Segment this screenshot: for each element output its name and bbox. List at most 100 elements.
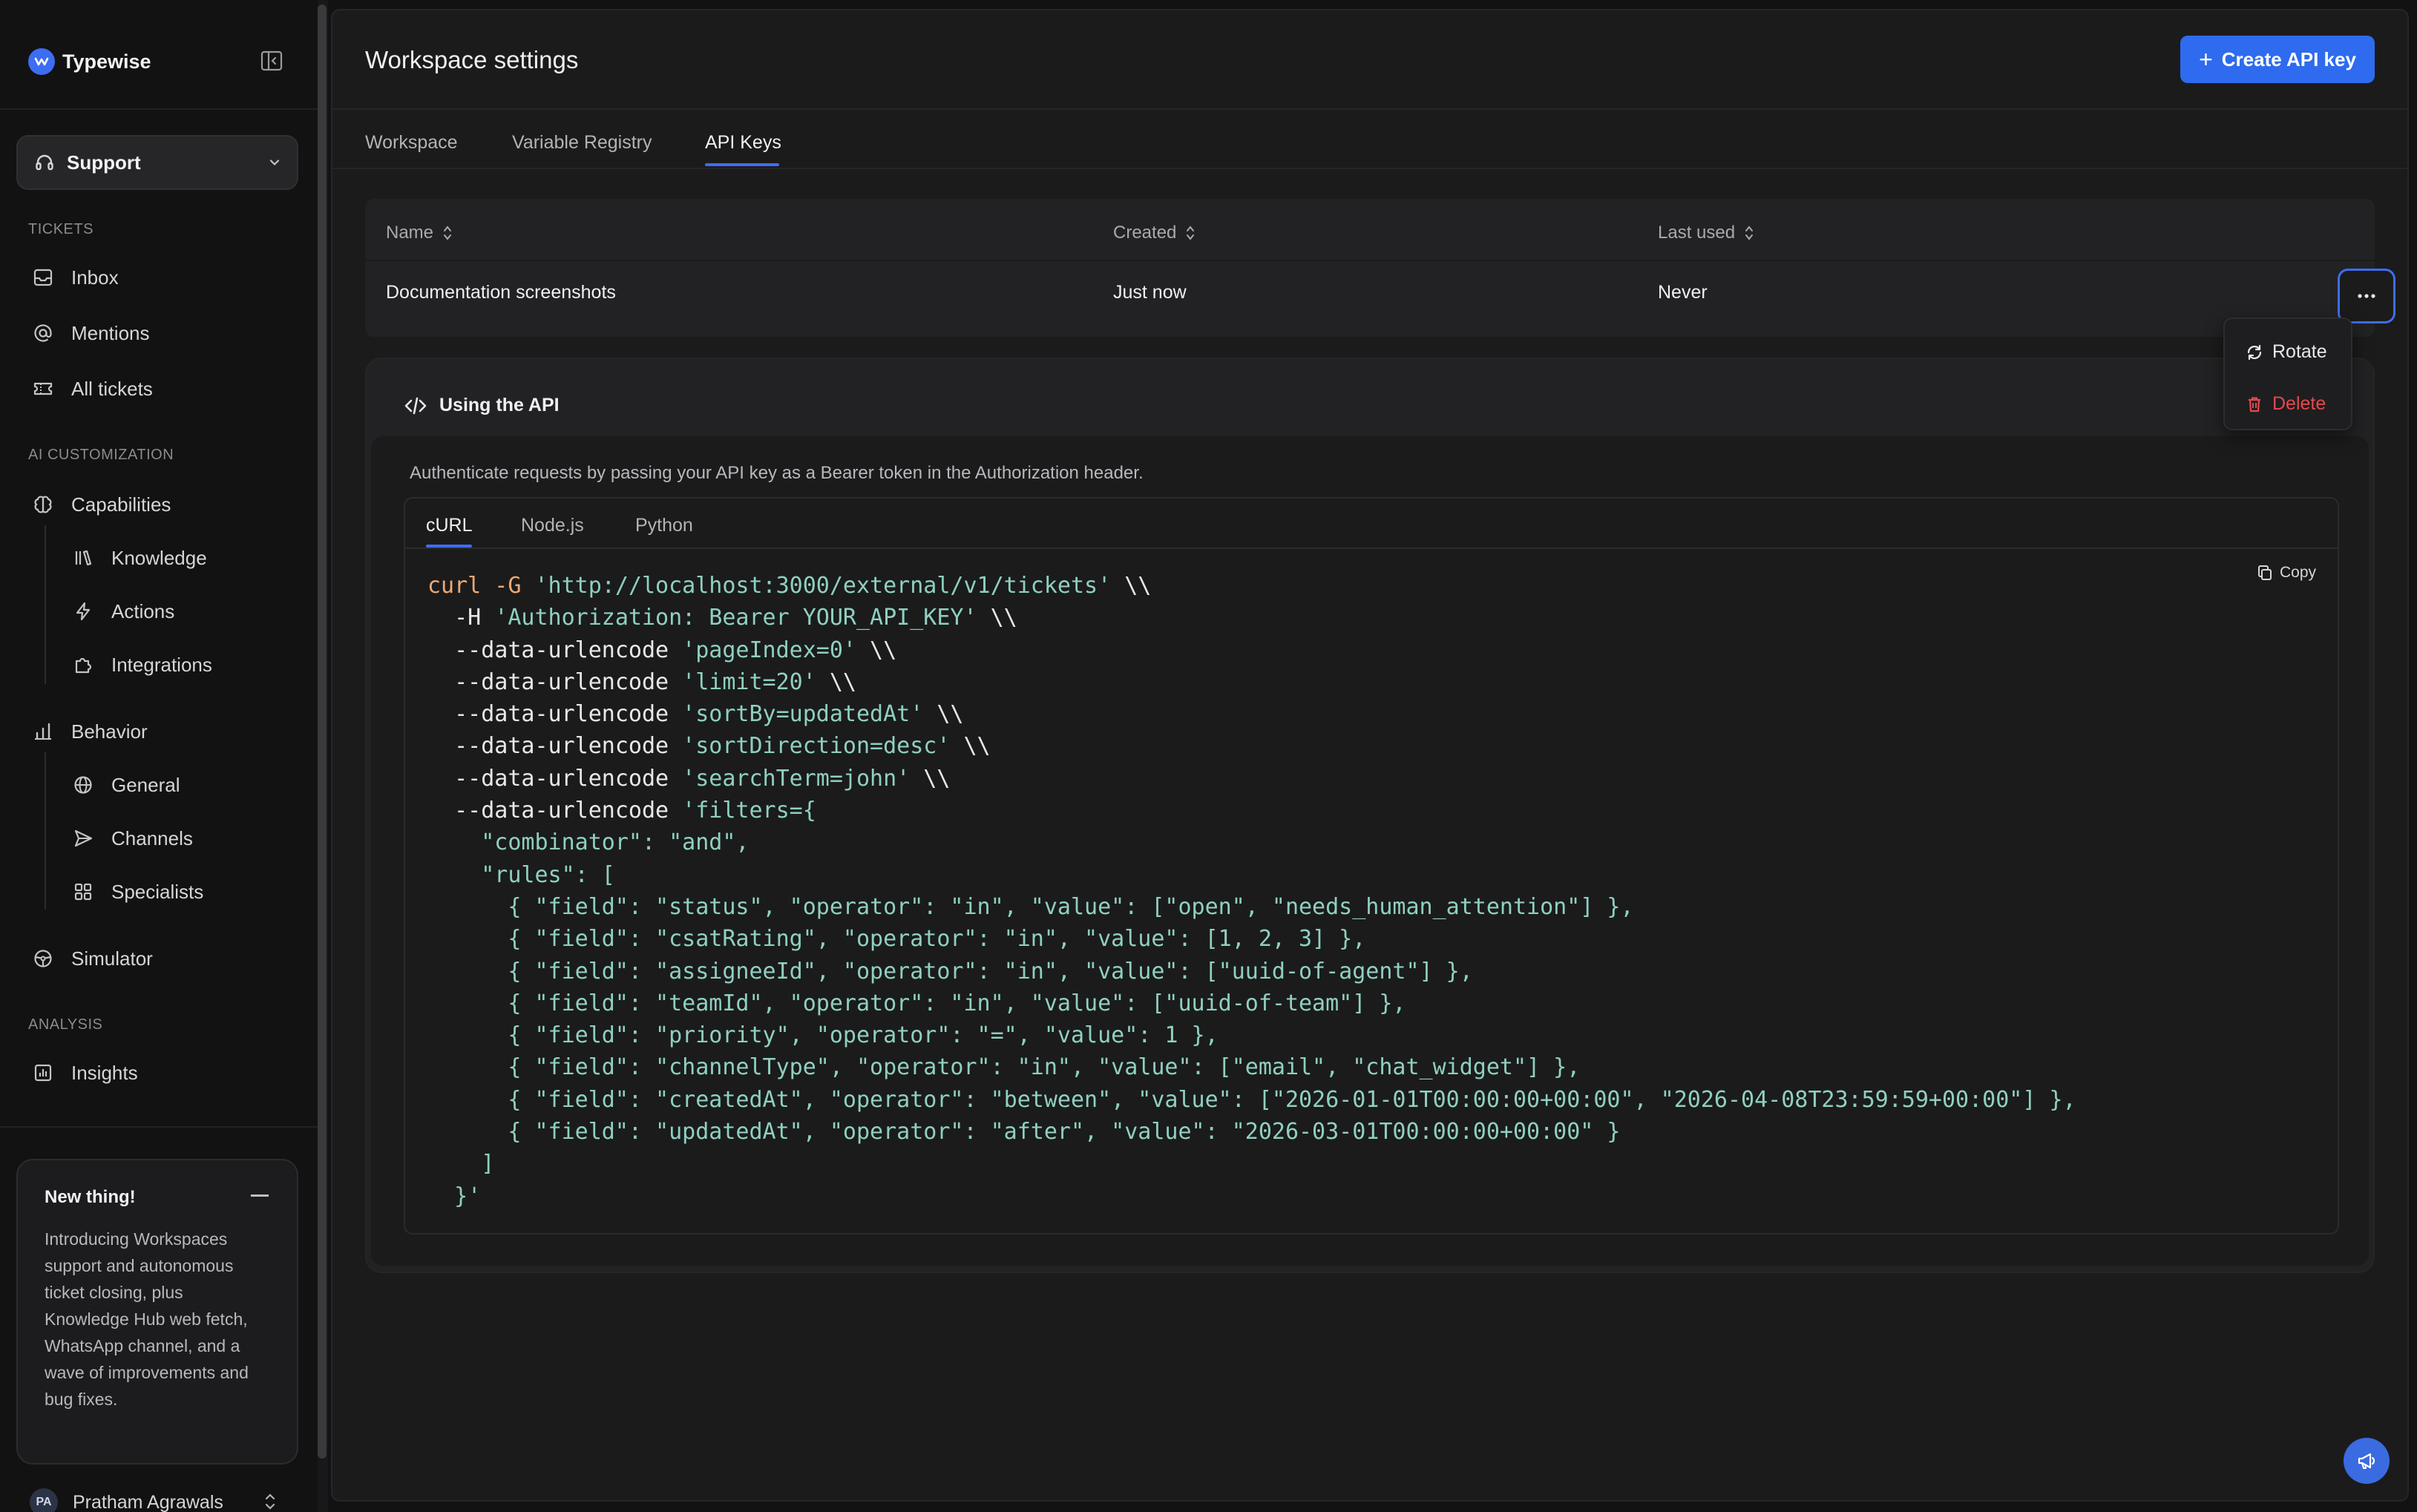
sidebar-item-behavior[interactable]: Behavior — [31, 712, 148, 751]
header-divider — [332, 108, 2407, 110]
news-body: Introducing Workspaces support and auton… — [45, 1229, 249, 1409]
send-icon — [71, 826, 95, 850]
sidebar-item-label: Insights — [71, 1061, 138, 1084]
tab-workspace[interactable]: Workspace — [365, 132, 458, 154]
grid-icon — [71, 880, 95, 904]
sidebar-item-label: Simulator — [71, 947, 153, 970]
sidebar-item-label: Behavior — [71, 720, 148, 743]
sidebar-item-actions[interactable]: Actions — [71, 592, 174, 631]
sidebar-divider — [0, 108, 318, 110]
avatar: PA — [30, 1488, 58, 1512]
tab-api-keys[interactable]: API Keys — [705, 132, 781, 154]
brand[interactable]: Typewise — [28, 46, 151, 77]
api-usage-card: Using the API Authenticate requests by p… — [365, 358, 2375, 1273]
trash-icon — [2246, 395, 2263, 413]
minimize-icon[interactable] — [251, 1194, 269, 1197]
copy-button[interactable]: Copy — [2256, 564, 2316, 582]
workspace-select[interactable]: Support — [16, 135, 298, 190]
megaphone-icon — [2355, 1450, 2378, 1472]
sidebar-divider — [0, 1126, 318, 1128]
api-description: Authenticate requests by passing your AP… — [410, 463, 1144, 483]
code-tab-python[interactable]: Python — [635, 515, 693, 536]
sidebar-item-channels[interactable]: Channels — [71, 819, 193, 858]
bar-chart-icon — [31, 1061, 55, 1085]
user-name: Pratham Agrawals — [73, 1491, 223, 1512]
sidebar-item-mentions[interactable]: Mentions — [31, 314, 150, 352]
sort-icon — [1744, 224, 1754, 242]
sidebar-item-specialists[interactable]: Specialists — [71, 872, 203, 911]
create-api-key-button[interactable]: + Create API key — [2180, 36, 2375, 83]
tabs-divider — [332, 168, 2407, 169]
api-key-created: Just now — [1113, 282, 1187, 303]
inbox-icon — [31, 266, 55, 289]
sidebar-item-label: Inbox — [71, 266, 119, 289]
sidebar-scrollbar-thumb[interactable] — [318, 4, 327, 1459]
more-horizontal-icon — [2357, 293, 2376, 299]
sidebar-collapse-icon — [260, 49, 283, 73]
steering-wheel-icon — [31, 947, 55, 970]
api-key-last-used: Never — [1658, 282, 1708, 303]
column-header-name[interactable]: Name — [386, 223, 453, 243]
sidebar-item-general[interactable]: General — [71, 766, 180, 804]
sidebar-item-all-tickets[interactable]: All tickets — [31, 369, 153, 408]
sidebar-toggle-button[interactable] — [258, 47, 285, 74]
sidebar-item-insights[interactable]: Insights — [31, 1054, 138, 1092]
sidebar-item-label: Mentions — [71, 321, 150, 344]
column-header-created[interactable]: Created — [1113, 223, 1196, 243]
news-card: New thing! Introducing Workspaces suppor… — [16, 1159, 298, 1465]
typewise-logo-icon — [28, 48, 55, 75]
api-keys-table: Name Created Last used Documentation scr… — [365, 199, 2395, 337]
create-api-key-label: Create API key — [2221, 47, 2356, 70]
column-header-last-used[interactable]: Last used — [1658, 223, 1754, 243]
code-block[interactable]: curl -G 'http://localhost:3000/external/… — [427, 570, 2076, 1212]
code-sample-panel: cURL Node.js Python Copy curl -G 'http:/… — [404, 497, 2339, 1235]
sidebar-item-knowledge[interactable]: Knowledge — [71, 539, 207, 577]
plus-icon: + — [2199, 45, 2213, 73]
chevron-down-icon — [267, 155, 282, 170]
library-icon — [71, 546, 95, 570]
main-panel: Workspace settings + Create API key Work… — [331, 9, 2409, 1502]
api-usage-body: Authenticate requests by passing your AP… — [371, 436, 2369, 1266]
sidebar-item-label: Channels — [111, 826, 193, 849]
sidebar-item-label: General — [111, 773, 180, 796]
sidebar-item-label: Capabilities — [71, 493, 171, 516]
code-tabs-divider — [405, 548, 2338, 549]
api-usage-header: Using the API — [404, 395, 560, 416]
code-icon — [404, 395, 427, 416]
api-usage-title: Using the API — [439, 395, 560, 415]
sidebar-item-label: Actions — [111, 599, 175, 622]
sidebar-subtree-line — [45, 525, 46, 684]
sidebar-item-label: Knowledge — [111, 546, 207, 569]
bolt-icon — [71, 599, 95, 623]
sort-icon — [442, 224, 453, 242]
chevrons-up-down-icon[interactable] — [261, 1491, 279, 1512]
rotate-icon — [2246, 344, 2263, 361]
sidebar-section-analysis: ANALYSIS — [28, 1016, 103, 1033]
api-key-name: Documentation screenshots — [386, 282, 616, 303]
code-tab-curl[interactable]: cURL — [426, 515, 473, 536]
announcements-button[interactable] — [2344, 1438, 2390, 1484]
puzzle-icon — [71, 653, 95, 677]
sidebar-item-capabilities[interactable]: Capabilities — [31, 485, 171, 524]
menu-item-rotate[interactable]: Rotate — [2246, 341, 2327, 363]
code-tab-nodejs[interactable]: Node.js — [521, 515, 584, 536]
workspace-label: Support — [67, 151, 141, 174]
sidebar-item-label: Integrations — [111, 653, 212, 676]
brain-icon — [31, 493, 55, 516]
sidebar: Typewise Support TICKETS Inbox Mentions … — [0, 0, 318, 1512]
sidebar-section-tickets: TICKETS — [28, 221, 94, 237]
news-title: New thing! — [45, 1187, 136, 1207]
tab-variable-registry[interactable]: Variable Registry — [512, 132, 652, 154]
row-actions-button[interactable] — [2338, 269, 2395, 323]
copy-label: Copy — [2280, 564, 2317, 581]
table-divider — [365, 260, 2375, 261]
behavior-icon — [31, 720, 55, 743]
sidebar-item-simulator[interactable]: Simulator — [31, 939, 153, 978]
user-menu[interactable]: PA Pratham Agrawals — [30, 1488, 223, 1512]
page-title: Workspace settings — [365, 46, 579, 73]
sidebar-item-inbox[interactable]: Inbox — [31, 258, 119, 297]
active-tab-indicator — [705, 163, 779, 166]
menu-item-delete[interactable]: Delete — [2246, 393, 2326, 415]
sidebar-item-integrations[interactable]: Integrations — [71, 645, 212, 684]
sidebar-section-ai-customization: AI CUSTOMIZATION — [28, 447, 174, 463]
